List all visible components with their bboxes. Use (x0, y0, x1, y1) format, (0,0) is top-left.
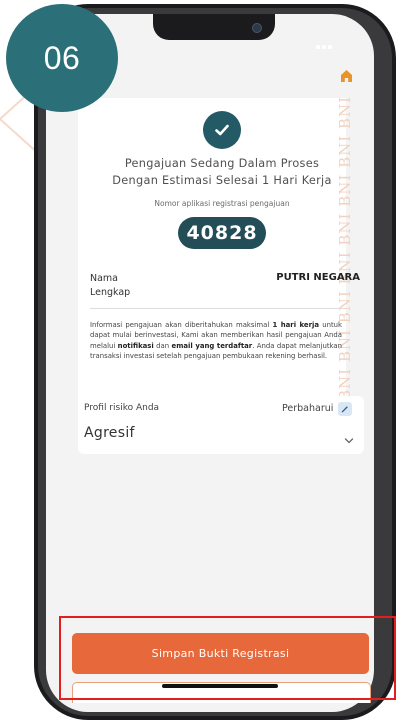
home-icon[interactable] (336, 66, 356, 86)
status-title-line2: Dengan Estimasi Selesai 1 Hari Kerja (112, 174, 332, 187)
info-bold-2: notifikasi (117, 341, 154, 350)
check-icon (203, 111, 241, 149)
registration-number-badge: 40828 (178, 217, 266, 249)
signal-icon (316, 34, 340, 49)
status-title: Pengajuan Sedang Dalam Proses Dengan Est… (80, 155, 364, 189)
registration-number-label: Nomor aplikasi registrasi pengajuan (154, 199, 290, 208)
risk-profile-label: Profil risiko Anda (84, 403, 160, 413)
info-text-part3: dan (153, 341, 172, 350)
update-risk-link[interactable]: Perbaharui (282, 403, 333, 414)
registration-number: 40828 (186, 222, 258, 244)
pencil-icon[interactable] (338, 402, 352, 416)
camera-icon (252, 23, 262, 33)
registration-card (78, 98, 346, 426)
chevron-down-icon[interactable] (344, 430, 354, 444)
full-name-value: PUTRI NEGARA (276, 272, 360, 283)
full-name-label-line1: Nama (90, 273, 119, 284)
full-name-label: Nama Lengkap (90, 272, 150, 300)
full-name-label-line2: Lengkap (90, 287, 131, 298)
status-title-line1: Pengajuan Sedang Dalam Proses (124, 157, 320, 170)
info-text-part1: Informasi pengajuan akan diberitahukan m… (90, 321, 273, 329)
info-bold-3: email yang terdaftar (171, 341, 253, 350)
info-bold-1: 1 hari kerja (272, 321, 319, 329)
highlight-box (59, 616, 396, 700)
risk-profile-value[interactable]: Agresif (84, 425, 135, 441)
divider (90, 308, 342, 309)
step-badge: 06 (6, 4, 118, 112)
info-paragraph: Informasi pengajuan akan diberitahukan m… (90, 320, 342, 362)
